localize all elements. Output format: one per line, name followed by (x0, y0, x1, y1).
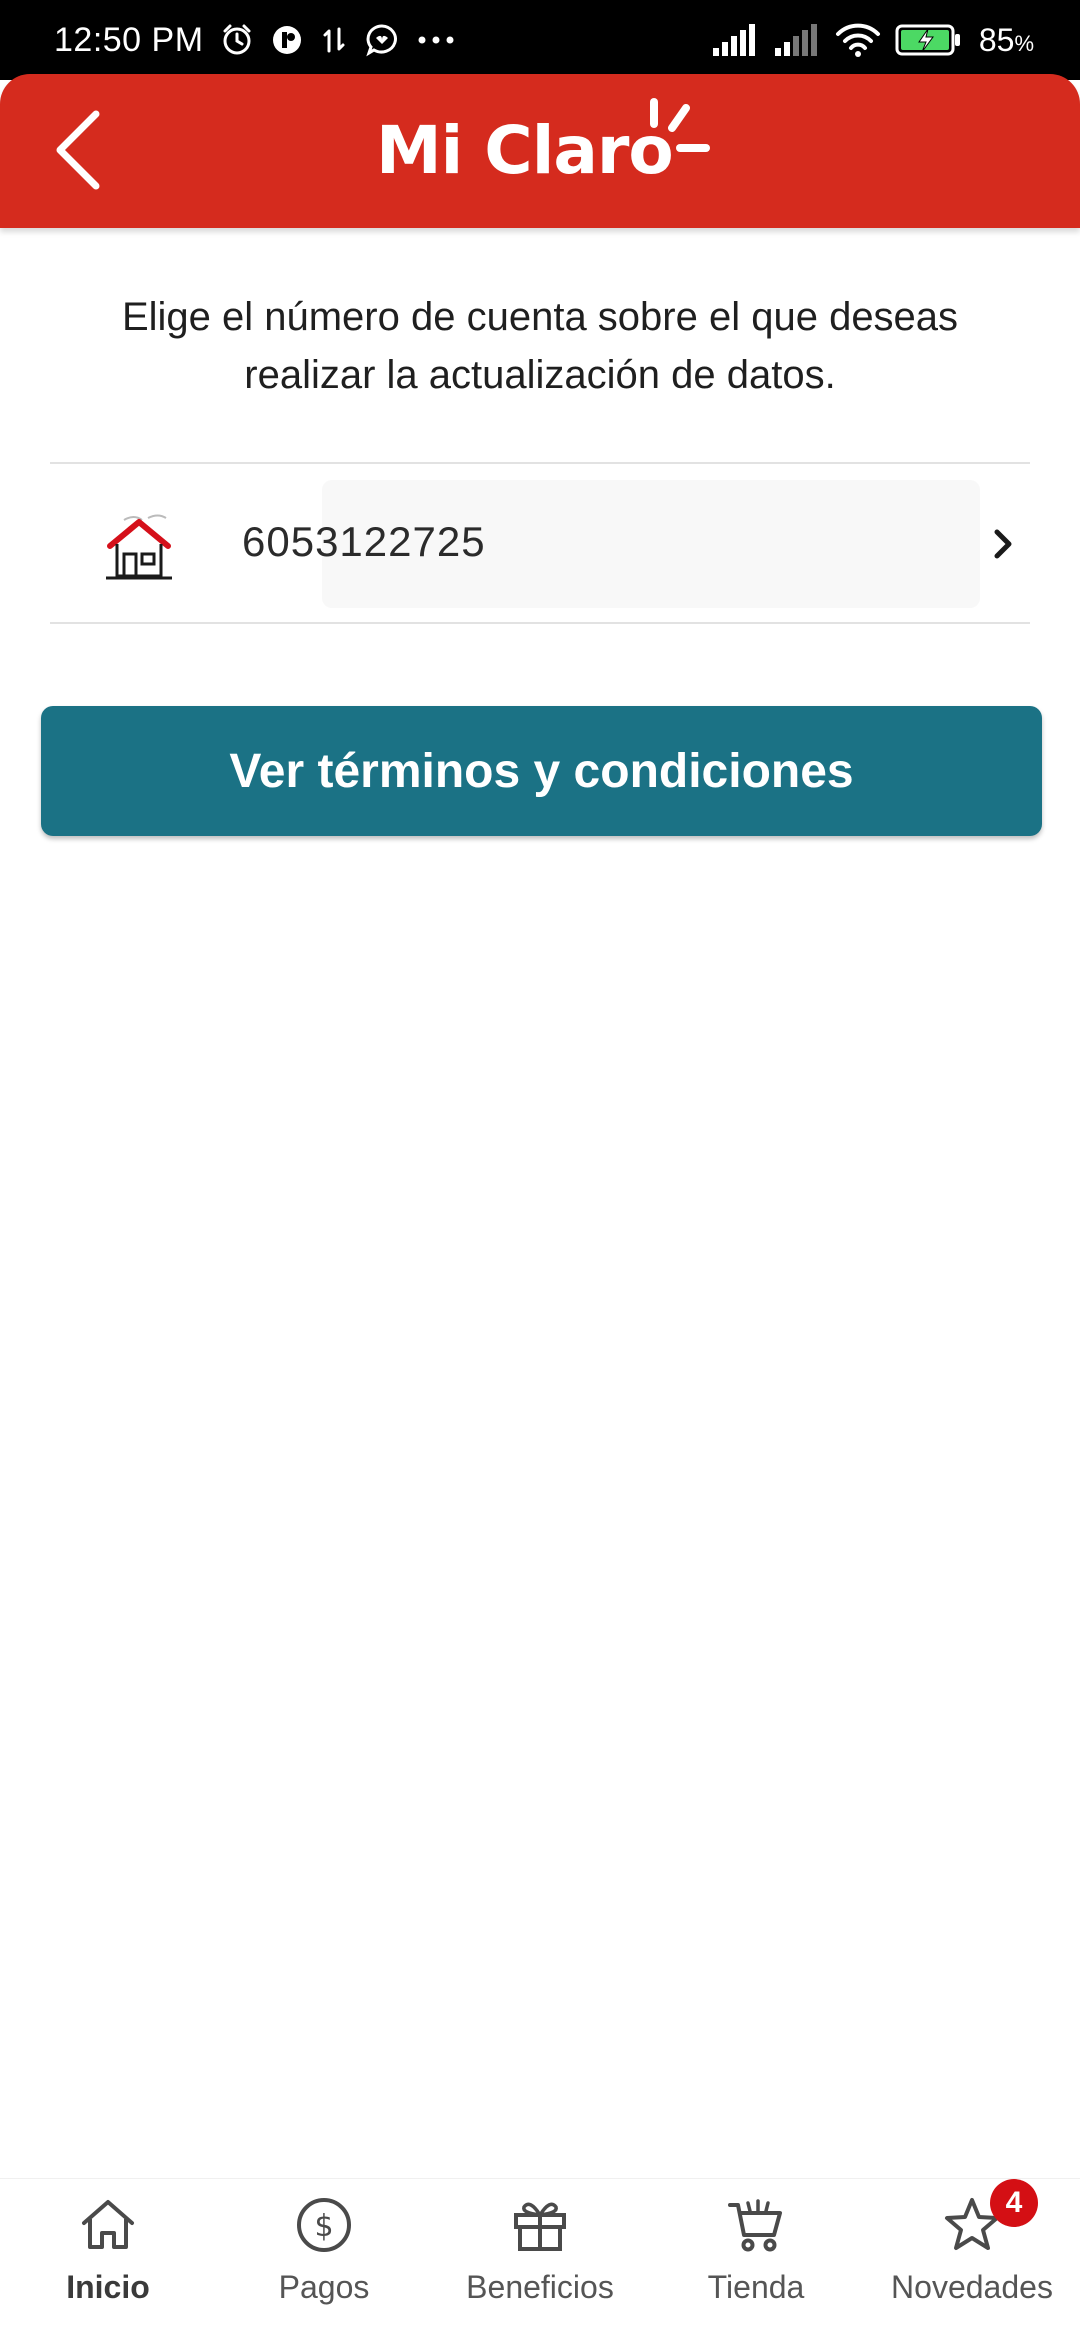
notification-badge: 4 (990, 2179, 1038, 2227)
status-left: 12:50 PM (54, 21, 456, 60)
account-row[interactable]: 6053122725 (50, 464, 1030, 622)
signal-icon (711, 24, 759, 56)
nav-item-pagos[interactable]: $ Pagos (216, 2179, 432, 2340)
nav-item-tienda[interactable]: Tienda (648, 2179, 864, 2340)
dollar-circle-icon: $ (294, 2193, 354, 2257)
app-header: Mi Claro (0, 74, 1080, 228)
data-transfer-icon (320, 23, 348, 57)
nav-label-beneficios: Beneficios (466, 2269, 614, 2305)
gift-icon (510, 2193, 570, 2257)
status-right: 85% (711, 22, 1034, 59)
instructions-text: Elige el número de cuenta sobre el que d… (121, 295, 959, 397)
status-bar: 12:50 PM 85% (0, 0, 1080, 80)
more-notifications-icon (416, 35, 456, 45)
cart-icon (726, 2193, 786, 2257)
signal-secondary-icon (773, 24, 821, 56)
bottom-nav: Inicio $ Pagos Beneficios Tienda Novedad… (0, 2178, 1080, 2340)
battery-percent-unit: % (1014, 30, 1034, 56)
mi-claro-logo: Mi Claro (376, 96, 716, 206)
battery-charging-icon (895, 23, 961, 57)
svg-text:$: $ (314, 2209, 333, 2244)
chevron-left-icon (52, 108, 104, 197)
nav-label-inicio: Inicio (66, 2269, 150, 2305)
nav-label-pagos: Pagos (278, 2269, 370, 2305)
messenger-icon (364, 22, 400, 58)
nav-label-novedades: Novedades (891, 2269, 1053, 2305)
nav-item-novedades[interactable]: Novedades 4 (864, 2179, 1080, 2340)
chevron-right-icon (992, 528, 1014, 565)
home-icon (78, 2193, 138, 2257)
back-button[interactable] (40, 104, 116, 200)
nav-item-beneficios[interactable]: Beneficios (432, 2179, 648, 2340)
terms-button[interactable]: Ver términos y condiciones (41, 706, 1042, 836)
battery-percent-value: 85 (978, 21, 1015, 58)
account-list: 6053122725 (50, 462, 1030, 624)
wifi-icon (835, 23, 881, 57)
account-number: 6053122725 (242, 518, 486, 565)
claro-sun-icon (640, 96, 720, 181)
nav-label-tienda: Tienda (707, 2269, 805, 2305)
app-notification-icon (270, 23, 304, 57)
status-time: 12:50 PM (54, 20, 204, 59)
house-icon (104, 512, 174, 589)
nav-item-inicio[interactable]: Inicio (0, 2179, 216, 2340)
battery-percent: 85% (979, 22, 1034, 59)
logo-text: Mi Claro (376, 112, 674, 189)
alarm-icon (220, 23, 254, 57)
